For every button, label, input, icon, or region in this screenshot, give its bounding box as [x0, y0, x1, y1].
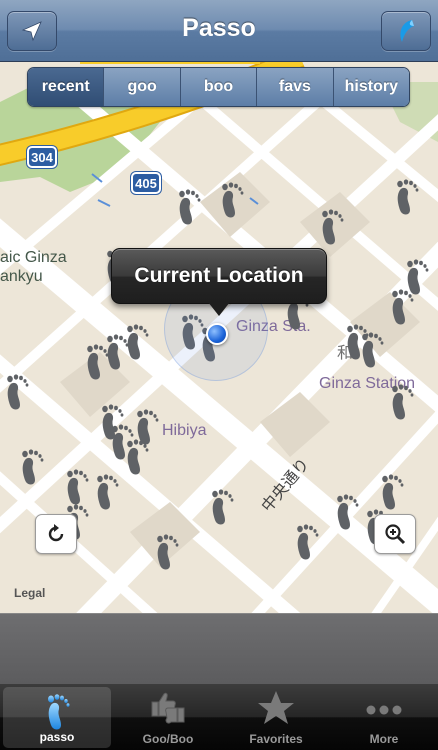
map-label-ginza-line1: aic Ginza [0, 249, 67, 266]
navigation-bar: Passo [0, 0, 438, 62]
footprint-icon[interactable] [215, 180, 245, 220]
footprint-icon[interactable] [390, 177, 420, 217]
footprint-icon[interactable] [330, 492, 360, 532]
footprint-icon[interactable] [105, 422, 135, 462]
tab-label-favorites: Favorites [249, 732, 303, 746]
route-shield-405: 405 [131, 172, 161, 194]
segment-boo[interactable]: boo [179, 68, 257, 106]
zoom-in-icon [385, 524, 406, 545]
current-location-dot[interactable] [206, 323, 228, 345]
page-curl-icon [400, 20, 414, 42]
footprint-icon[interactable] [315, 207, 345, 247]
footprint-icon[interactable] [100, 332, 130, 372]
map-label-hibiya: Hibiya [162, 422, 207, 439]
map-options-button[interactable] [381, 11, 431, 51]
map-label-ginza-line2: ankyu [0, 268, 43, 285]
more-dots-icon [366, 705, 402, 715]
footprint-icon[interactable] [15, 447, 45, 487]
footprint-icon[interactable] [172, 187, 202, 227]
footprint-icon[interactable] [150, 532, 180, 572]
segment-recent[interactable]: recent [28, 68, 104, 106]
footprint-icon[interactable] [355, 330, 385, 370]
tab-favorites[interactable]: Favorites [222, 684, 330, 750]
tab-more[interactable]: More [330, 684, 438, 750]
callout-pointer [208, 302, 230, 316]
thumbs-up-down-icon [151, 692, 185, 724]
tab-passo[interactable]: passo [3, 687, 111, 748]
refresh-icon [48, 524, 64, 542]
segment-history[interactable]: history [332, 68, 409, 106]
legal-link[interactable]: Legal [14, 586, 45, 600]
tab-goo-boo[interactable]: Goo/Boo [114, 684, 222, 750]
footprint-icon[interactable] [90, 472, 120, 512]
route-shield-304: 304 [27, 146, 57, 168]
footprint-icon[interactable] [0, 372, 30, 412]
tab-label-passo: passo [39, 730, 75, 744]
footprint-icon[interactable] [385, 287, 415, 327]
segment-favs[interactable]: favs [256, 68, 333, 106]
footprint-icon[interactable] [385, 382, 415, 422]
filter-segmented-control: recent goo boo favs history [27, 67, 410, 107]
zoom-in-button[interactable] [374, 514, 416, 554]
star-icon [258, 691, 294, 724]
segment-goo[interactable]: goo [103, 68, 180, 106]
refresh-button[interactable] [35, 514, 77, 554]
map-view[interactable]: 304 405 aic Ginza ankyu Ginza Sta. Ginza… [0, 62, 438, 613]
footprint-icon[interactable] [60, 467, 90, 507]
tab-label-more: More [369, 732, 399, 746]
footprint-icon[interactable] [290, 522, 320, 562]
tab-label-goo-boo: Goo/Boo [142, 732, 194, 746]
page-title: Passo [182, 14, 256, 42]
tab-bar: passo Goo/Boo Favorites More [0, 684, 438, 750]
footprint-icon [48, 694, 70, 730]
bottom-panel [0, 613, 438, 684]
footprint-icon[interactable] [205, 487, 235, 527]
footprint-icon[interactable] [375, 472, 405, 512]
current-location-callout[interactable]: Current Location [111, 248, 327, 304]
